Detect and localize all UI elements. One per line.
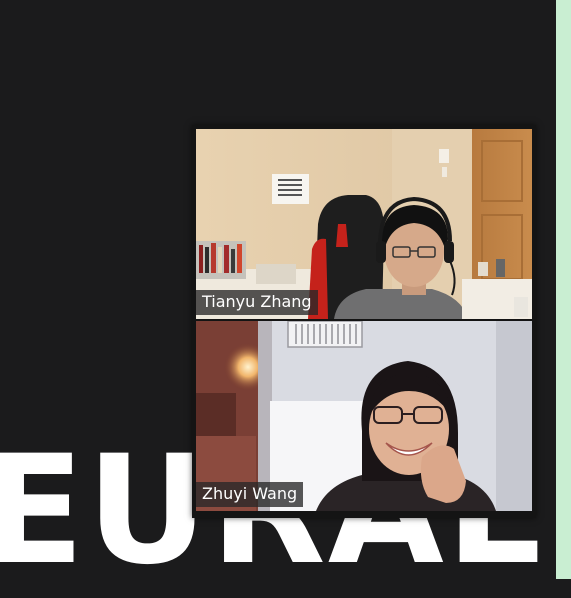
video-tile-participant-2[interactable]: Zhuyi Wang — [196, 321, 532, 511]
participant-name-label: Tianyu Zhang — [196, 290, 318, 315]
participant-name-label: Zhuyi Wang — [196, 482, 304, 507]
window-edge-strip — [556, 0, 571, 579]
video-tile-participant-1[interactable]: Tianyu Zhang — [196, 129, 532, 319]
video-gallery-panel[interactable]: Tianyu Zhang Zhuyi Wang — [192, 125, 536, 518]
